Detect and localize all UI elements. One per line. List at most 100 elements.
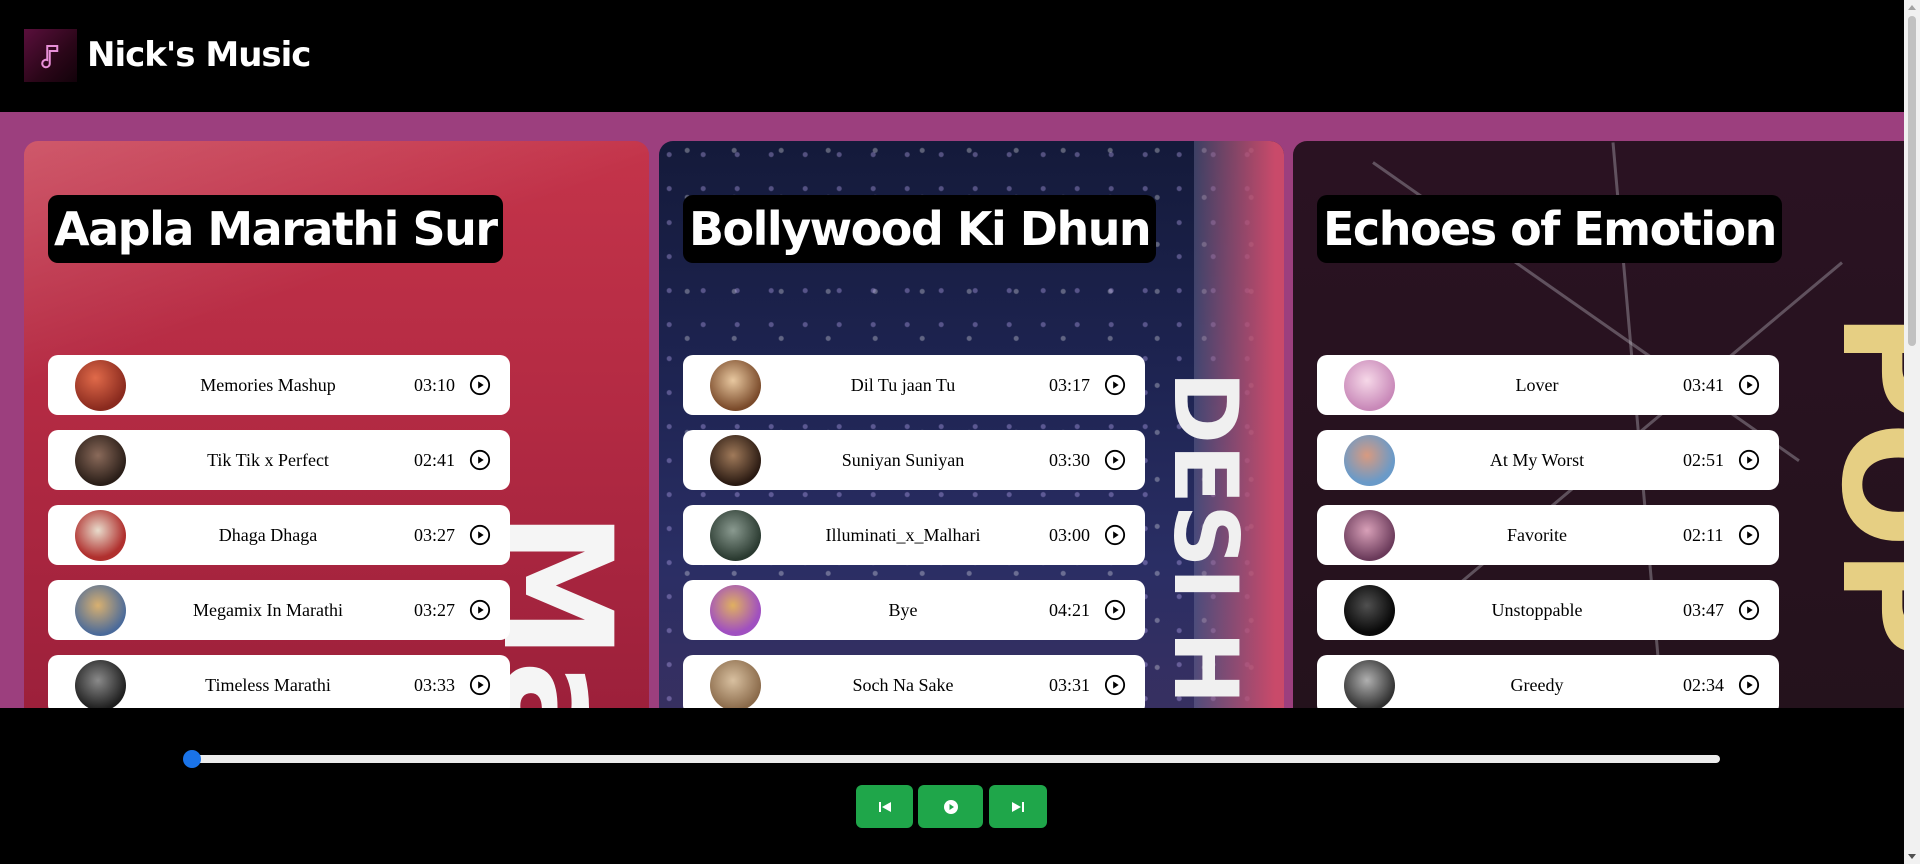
song-duration: 03:30 [1049,449,1091,470]
song-name: Lover [1515,374,1559,395]
play-circle-icon[interactable] [1738,599,1760,621]
album-thumbnail [75,435,126,486]
song-duration: 03:27 [414,524,456,545]
cover-art-text: DESI HI [1154,371,1257,708]
progress-slider[interactable] [188,755,1720,763]
song-item[interactable]: Soch Na Sake 03:31 [683,655,1145,708]
song-name: Favorite [1507,524,1567,545]
song-item[interactable]: Memories Mashup 03:10 [48,355,510,415]
song-name: Unstoppable [1491,599,1583,620]
song-name: Illuminati_x_Malhari [825,524,981,545]
play-circle-icon[interactable] [1738,374,1760,396]
song-duration: 03:31 [1049,674,1091,695]
playlist-card: DESI HI Bollywood Ki Dhun Dil Tu jaan Tu… [659,141,1284,708]
song-item[interactable]: Tik Tik x Perfect 02:41 [48,430,510,490]
next-button[interactable] [989,785,1047,828]
song-item[interactable]: At My Worst 02:51 [1317,430,1779,490]
song-name: Megamix In Marathi [193,599,343,620]
play-circle-icon[interactable] [1104,449,1126,471]
song-item[interactable]: Megamix In Marathi 03:27 [48,580,510,640]
album-thumbnail [75,360,126,411]
album-thumbnail [75,510,126,561]
play-circle-icon[interactable] [1738,524,1760,546]
song-duration: 03:00 [1049,524,1091,545]
song-item[interactable]: Suniyan Suniyan 03:30 [683,430,1145,490]
play-circle-icon[interactable] [1738,674,1760,696]
player-bar [0,708,1904,864]
song-item[interactable]: Dil Tu jaan Tu 03:17 [683,355,1145,415]
scroll-up-arrow-icon[interactable] [1908,5,1916,10]
playlist-title: Bollywood Ki Dhun [683,195,1157,263]
song-item[interactable]: Lover 03:41 [1317,355,1779,415]
song-list: Lover 03:41 At My Worst 02:51 Favorite 0… [1317,355,1779,708]
album-thumbnail [710,360,761,411]
song-name: Greedy [1510,674,1564,695]
play-icon [943,799,958,814]
song-duration: 03:10 [414,374,456,395]
playlist-card: Ma Aapla Marathi Sur Memories Mashup 03:… [24,141,649,708]
song-duration: 03:33 [414,674,456,695]
song-name: Suniyan Suniyan [841,449,965,470]
page-scrollbar[interactable] [1904,0,1920,864]
song-list: Dil Tu jaan Tu 03:17 Suniyan Suniyan 03:… [683,355,1145,708]
album-thumbnail [710,585,761,636]
album-thumbnail [1344,435,1395,486]
play-circle-icon[interactable] [469,449,491,471]
play-circle-icon[interactable] [1104,674,1126,696]
playlist-title: Aapla Marathi Sur [48,195,503,263]
playlist-area: Ma Aapla Marathi Sur Memories Mashup 03:… [0,112,1904,708]
song-duration: 03:41 [1683,374,1725,395]
song-duration: 02:41 [414,449,456,470]
scroll-down-arrow-icon[interactable] [1908,854,1916,859]
cover-art-text: POP [1808,311,1904,659]
song-duration: 02:51 [1683,449,1725,470]
song-list: Memories Mashup 03:10 Tik Tik x Perfect … [48,355,510,708]
play-circle-icon[interactable] [469,674,491,696]
album-thumbnail [710,435,761,486]
play-circle-icon[interactable] [1104,374,1126,396]
song-name: Bye [888,599,918,620]
song-item[interactable]: Bye 04:21 [683,580,1145,640]
album-thumbnail [75,660,126,708]
song-duration: 04:21 [1049,599,1091,620]
song-name: At My Worst [1489,449,1585,470]
previous-track-icon [878,801,891,812]
album-thumbnail [1344,360,1395,411]
song-item[interactable]: Timeless Marathi 03:33 [48,655,510,708]
song-name: Timeless Marathi [205,674,331,695]
song-duration: 03:17 [1049,374,1091,395]
song-item[interactable]: Dhaga Dhaga 03:27 [48,505,510,565]
song-name: Dil Tu jaan Tu [850,374,956,395]
play-circle-icon[interactable] [1738,449,1760,471]
app-title: Nick's Music [87,35,311,75]
song-item[interactable]: Illuminati_x_Malhari 03:00 [683,505,1145,565]
play-circle-icon[interactable] [469,599,491,621]
next-track-icon [1012,801,1024,812]
album-thumbnail [710,660,761,708]
play-circle-icon[interactable] [469,524,491,546]
song-name: Tik Tik x Perfect [207,449,329,470]
play-button[interactable] [918,785,983,828]
play-circle-icon[interactable] [1104,599,1126,621]
song-item[interactable]: Unstoppable 03:47 [1317,580,1779,640]
song-duration: 03:27 [414,599,456,620]
song-duration: 02:11 [1683,524,1724,545]
playlist-card: POP Echoes of Emotion Lover 03:41 At My … [1293,141,1904,708]
song-name: Soch Na Sake [852,674,954,695]
album-thumbnail [1344,510,1395,561]
scrollbar-thumb[interactable] [1908,16,1916,346]
playlist-title: Echoes of Emotion [1317,195,1782,263]
song-duration: 03:47 [1683,599,1725,620]
play-circle-icon[interactable] [469,374,491,396]
song-duration: 02:34 [1683,674,1725,695]
previous-button[interactable] [856,785,913,828]
progress-handle[interactable] [183,750,201,768]
album-thumbnail [75,585,126,636]
song-item[interactable]: Greedy 02:34 [1317,655,1779,708]
play-circle-icon[interactable] [1104,524,1126,546]
song-name: Memories Mashup [200,374,336,395]
album-thumbnail [1344,585,1395,636]
song-name: Dhaga Dhaga [218,524,318,545]
album-thumbnail [1344,660,1395,708]
song-item[interactable]: Favorite 02:11 [1317,505,1779,565]
